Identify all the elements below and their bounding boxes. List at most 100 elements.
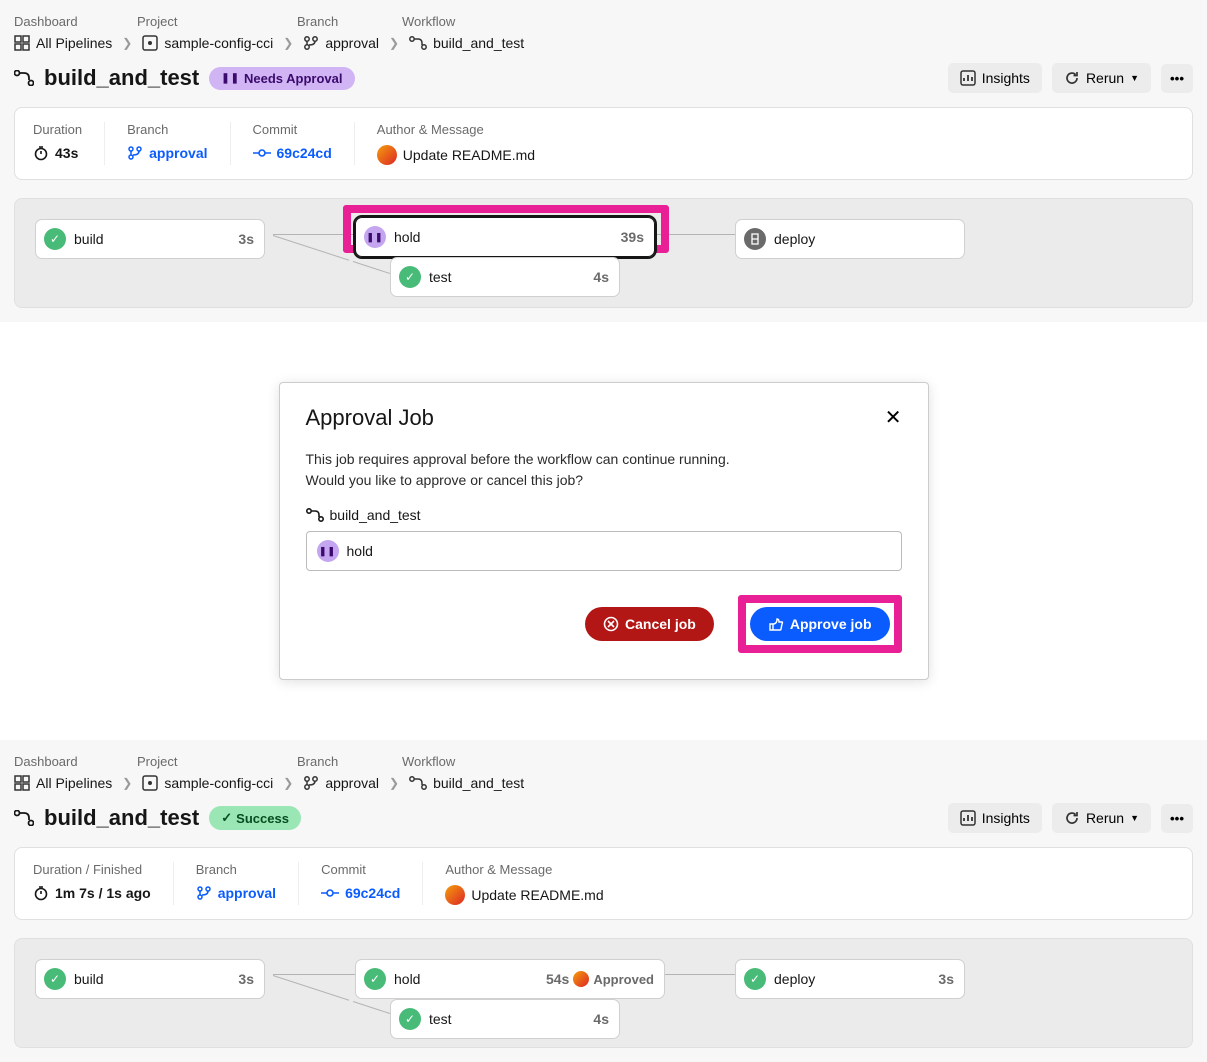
- modal-line2: Would you like to approve or cancel this…: [306, 470, 902, 491]
- bc-head-project: Project: [137, 754, 297, 769]
- job-deploy-name: deploy: [774, 971, 938, 987]
- job-build-time: 3s: [238, 971, 254, 987]
- chevron-right-icon: ❯: [122, 776, 132, 790]
- branch-icon: [303, 35, 319, 51]
- approved-label: Approved: [593, 972, 654, 987]
- bc-workflow[interactable]: build_and_test: [409, 35, 524, 51]
- page-title: build_and_test: [44, 805, 199, 831]
- chart-icon: [960, 810, 976, 826]
- success-icon: ✓: [744, 968, 766, 990]
- job-deploy[interactable]: ✓ deploy 3s: [735, 959, 965, 999]
- highlight-annotation: Approve job: [738, 595, 902, 653]
- caret-down-icon: ▼: [1130, 813, 1139, 823]
- grid-icon: [14, 35, 30, 51]
- workflow-dag: ✓ build 3s ✓ hold 54s Approved ✓ test 4s…: [14, 938, 1193, 1048]
- success-icon: ✓: [44, 968, 66, 990]
- connector-line: [273, 974, 363, 975]
- rerun-button[interactable]: Rerun▼: [1052, 63, 1151, 93]
- more-button[interactable]: •••: [1161, 64, 1193, 93]
- avatar: [573, 971, 589, 987]
- pending-icon: [744, 228, 766, 250]
- status-badge-label: Needs Approval: [244, 71, 343, 86]
- bc-head-workflow: Workflow: [402, 754, 455, 769]
- job-hold-time: 54s: [546, 971, 569, 987]
- job-deploy-time: 3s: [938, 971, 954, 987]
- close-button[interactable]: ✕: [885, 405, 902, 430]
- duration-value: 1m 7s / 1s ago: [55, 885, 151, 901]
- bc-head-dashboard: Dashboard: [14, 754, 137, 769]
- job-build-name: build: [74, 971, 238, 987]
- branch-label: Branch: [127, 122, 207, 137]
- bc-workflow[interactable]: build_and_test: [409, 775, 524, 791]
- job-build[interactable]: ✓ build 3s: [35, 219, 265, 259]
- breadcrumb: Dashboard Project Branch Workflow All Pi…: [14, 754, 1193, 791]
- job-build-name: build: [74, 231, 238, 247]
- bc-branch[interactable]: approval: [303, 775, 379, 791]
- rerun-button[interactable]: Rerun▼: [1052, 803, 1151, 833]
- bc-branch[interactable]: approval: [303, 35, 379, 51]
- commit-value[interactable]: 69c24cd: [277, 145, 332, 161]
- modal-job-name: hold: [347, 543, 373, 559]
- dots-icon: •••: [1170, 71, 1184, 86]
- branch-label: Branch: [196, 862, 276, 877]
- chevron-right-icon: ❯: [283, 776, 293, 790]
- branch-icon: [303, 775, 319, 791]
- approve-job-label: Approve job: [790, 616, 872, 632]
- pause-icon: ❚❚: [221, 73, 240, 84]
- page-title: build_and_test: [44, 65, 199, 91]
- job-test-time: 4s: [593, 1011, 609, 1027]
- caret-down-icon: ▼: [1130, 73, 1139, 83]
- branch-value[interactable]: approval: [149, 145, 207, 161]
- job-hold-time: 39s: [621, 229, 644, 245]
- bc-dashboard-label: All Pipelines: [36, 775, 112, 791]
- approve-job-button[interactable]: Approve job: [750, 607, 890, 641]
- author-label: Author & Message: [377, 122, 535, 137]
- modal-description: This job requires approval before the wo…: [306, 449, 902, 491]
- insights-button[interactable]: Insights: [948, 63, 1042, 93]
- modal-job-row: ❚❚ hold: [306, 531, 902, 571]
- bc-branch-label: approval: [325, 35, 379, 51]
- refresh-icon: [1064, 810, 1080, 826]
- bc-head-workflow: Workflow: [402, 14, 455, 29]
- commit-label: Commit: [321, 862, 400, 877]
- job-deploy[interactable]: deploy: [735, 219, 965, 259]
- job-hold-name: hold: [394, 229, 621, 245]
- duration-label: Duration: [33, 122, 82, 137]
- job-hold-name: hold: [394, 971, 546, 987]
- workflow-dag: ✓ build 3s ❚❚ hold 39s ✓ test 4s deploy: [14, 198, 1193, 308]
- project-icon: [142, 775, 158, 791]
- job-hold[interactable]: ✓ hold 54s Approved: [355, 959, 665, 999]
- hold-icon: ❚❚: [317, 540, 339, 562]
- job-test-time: 4s: [593, 269, 609, 285]
- bc-dashboard-label: All Pipelines: [36, 35, 112, 51]
- commit-value[interactable]: 69c24cd: [345, 885, 400, 901]
- status-badge: ✓Success: [209, 806, 301, 830]
- chevron-right-icon: ❯: [283, 36, 293, 50]
- commit-label: Commit: [253, 122, 332, 137]
- job-test[interactable]: ✓ test 4s: [390, 257, 620, 297]
- insights-button[interactable]: Insights: [948, 803, 1042, 833]
- job-test-name: test: [429, 269, 593, 285]
- job-build[interactable]: ✓ build 3s: [35, 959, 265, 999]
- bc-project[interactable]: sample-config-cci: [142, 775, 273, 791]
- refresh-icon: [1064, 70, 1080, 86]
- connector-line: [273, 975, 349, 1001]
- success-icon: ✓: [44, 228, 66, 250]
- connector-line: [273, 235, 349, 261]
- status-badge-label: Success: [236, 811, 289, 826]
- job-test[interactable]: ✓ test 4s: [390, 999, 620, 1039]
- avatar: [445, 885, 465, 905]
- more-button[interactable]: •••: [1161, 804, 1193, 833]
- bc-dashboard[interactable]: All Pipelines: [14, 775, 112, 791]
- job-test-name: test: [429, 1011, 593, 1027]
- cancel-job-button[interactable]: Cancel job: [585, 607, 714, 641]
- bc-dashboard[interactable]: All Pipelines: [14, 35, 112, 51]
- job-hold[interactable]: ❚❚ hold 39s: [355, 217, 655, 257]
- commit-message: Update README.md: [403, 147, 535, 163]
- modal-title: Approval Job: [306, 405, 434, 431]
- workflow-icon: [306, 508, 324, 522]
- branch-value[interactable]: approval: [218, 885, 276, 901]
- bc-project[interactable]: sample-config-cci: [142, 35, 273, 51]
- branch-icon: [127, 145, 143, 161]
- job-build-time: 3s: [238, 231, 254, 247]
